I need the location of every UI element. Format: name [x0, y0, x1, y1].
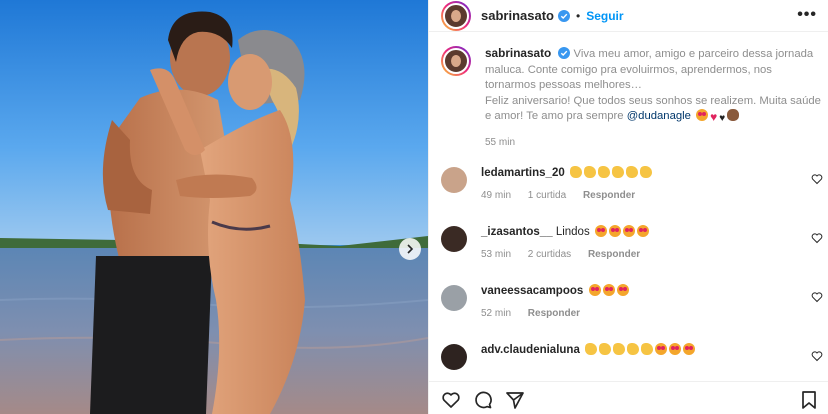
commenter-username[interactable]: ledamartins_20 [481, 167, 565, 179]
commenter-username[interactable]: adv.claudenialuna [481, 344, 580, 356]
heart-icon[interactable] [811, 291, 823, 303]
more-options-button[interactable]: ••• [797, 6, 817, 24]
next-photo-button[interactable] [399, 238, 421, 260]
commenter-avatar[interactable] [441, 167, 467, 193]
bookmark-icon[interactable] [799, 390, 819, 410]
comment-emojis [587, 284, 629, 297]
separator-dot: • [575, 8, 581, 23]
comment-emojis [568, 166, 652, 179]
commenter-username[interactable]: vaneessacampoos [481, 285, 583, 297]
comment-item: vaneessacampoos 52 min Responder [441, 284, 825, 328]
comment-likes[interactable]: 1 curtida [528, 190, 566, 201]
commenter-avatar[interactable] [441, 285, 467, 311]
caption-timestamp[interactable]: 55 min [485, 135, 823, 151]
comment-text: Lindos [555, 226, 590, 238]
post-side-panel: sabrinasato • Seguir ••• sabrinasato Viv… [428, 0, 828, 414]
caption-username[interactable]: sabrinasato [485, 46, 551, 60]
commenter-avatar[interactable] [441, 226, 467, 252]
post-header: sabrinasato • Seguir ••• [429, 0, 828, 32]
heart-icon[interactable] [811, 232, 823, 244]
paper-plane-icon[interactable] [505, 390, 525, 410]
caption-mention-link[interactable]: @dudanagle [627, 110, 691, 122]
heart-icon[interactable] [811, 350, 823, 362]
commenter-username[interactable]: _izasantos__ [481, 226, 553, 238]
reply-button[interactable]: Responder [528, 308, 580, 319]
photo-illustration [0, 0, 428, 414]
hand-emoji [727, 109, 740, 121]
reply-button[interactable]: Responder [583, 190, 635, 201]
post-action-bar [429, 381, 828, 414]
follow-button[interactable]: Seguir [586, 9, 623, 23]
verified-badge-icon [558, 47, 571, 59]
author-avatar[interactable] [441, 0, 471, 31]
comment-time[interactable]: 52 min [481, 308, 511, 319]
post-photo[interactable] [0, 0, 428, 414]
comment-item: ledamartins_20 49 min 1 curtida Responde… [441, 166, 825, 210]
comment-emojis [583, 343, 696, 356]
red-heart-emoji: ♥ [710, 110, 718, 124]
reply-button[interactable]: Responder [588, 249, 640, 260]
post-caption: sabrinasato Viva meu amor, amigo e parce… [441, 46, 823, 150]
caption-avatar[interactable] [441, 46, 471, 76]
comment-likes[interactable]: 2 curtidas [528, 249, 571, 260]
chevron-right-icon [407, 244, 414, 254]
author-username[interactable]: sabrinasato [481, 8, 554, 23]
heart-eyes-emoji [696, 109, 709, 121]
commenter-avatar[interactable] [441, 344, 467, 370]
heart-icon[interactable] [441, 390, 461, 410]
comment-icon[interactable] [473, 390, 493, 410]
verified-badge-icon [557, 9, 570, 22]
comment-time[interactable]: 49 min [481, 190, 511, 201]
comment-emojis [593, 225, 649, 238]
heart-icon[interactable] [811, 173, 823, 185]
comment-item: _izasantos__ Lindos 53 min 2 curtidas Re… [441, 225, 825, 269]
comment-time[interactable]: 53 min [481, 249, 511, 260]
black-heart-emoji: ♥ [719, 113, 726, 124]
